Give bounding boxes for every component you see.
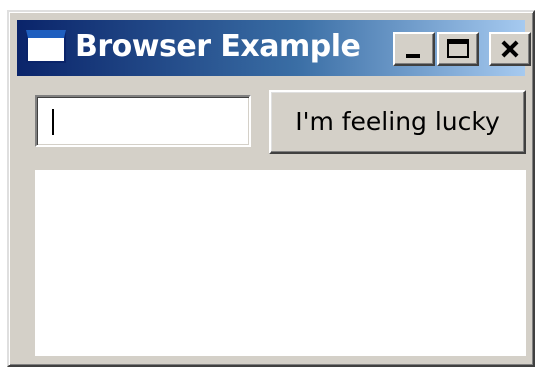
browser-window: Browser Example I'm feeling lucky [7,10,535,367]
minimize-button[interactable] [393,32,435,66]
close-icon [491,34,529,64]
window-title: Browser Example [75,29,361,64]
url-input[interactable] [35,95,251,147]
browser-content-area[interactable] [35,170,526,356]
text-caret [52,109,54,135]
title-bar[interactable]: Browser Example [17,20,531,76]
close-button[interactable] [489,32,531,66]
maximize-icon [447,39,469,58]
minimize-icon [406,54,420,58]
app-window-icon [26,30,66,63]
maximize-button[interactable] [437,32,479,66]
feeling-lucky-button[interactable]: I'm feeling lucky [269,90,526,154]
